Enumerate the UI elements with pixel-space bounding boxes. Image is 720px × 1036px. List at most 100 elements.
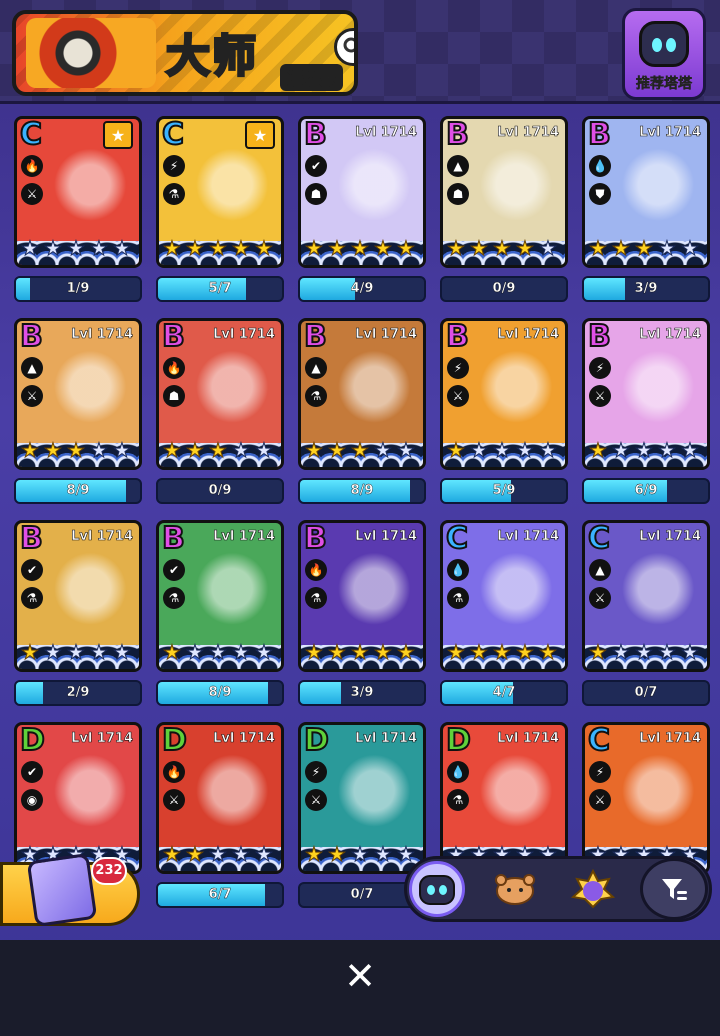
rank-letter: B [19,319,44,354]
shield-type-icon: ⛊ [589,183,611,205]
star-filled-icon: ★ [447,438,466,462]
star-rating: ★★★★★ [587,439,701,465]
pet-portrait: B Lvl 1714 🔥 ☗ ★ ★ ★ ★ ★ [156,318,284,470]
eye-type-icon: ◉ [21,789,43,811]
rank-letter: C [587,723,611,758]
progress-bar: 3/9 [582,276,710,302]
gift-button[interactable]: 232 [0,853,140,927]
progress-bar: 5/7 [156,276,284,302]
favorite-star-icon[interactable]: ★ [103,121,133,149]
pet-card[interactable]: C Lvl 1714 ▲ ⚔ ★ ★ ★ ★ ★ 0/7 [582,520,710,708]
potion-type-icon: ⚗ [163,587,185,609]
progress-text: 6/7 [208,887,232,902]
level-label: Lvl 1714 [71,529,134,545]
star-empty-icon: ★ [90,640,109,664]
electric-type-icon: ⚡ [305,761,327,783]
progress-text: 8/9 [350,483,374,498]
level-label: Lvl 1714 [213,529,276,545]
title-badge[interactable]: 大师 训练家 [12,10,358,96]
star-rating: ★★★★★ [445,439,559,465]
star-empty-icon: ★ [255,438,274,462]
electric-type-icon: ⚡ [589,357,611,379]
star-filled-icon: ★ [374,236,393,260]
dock-tab-bear[interactable] [487,861,543,917]
star-empty-icon: ★ [113,640,132,664]
star-filled-icon: ★ [67,438,86,462]
dock-tab-robot-cat[interactable] [409,861,465,917]
star-empty-icon: ★ [539,236,558,260]
star-rating: ★★★★★ [587,237,701,263]
pet-card[interactable]: C ★ ⚡ ⚗ ★ ★ ★ ★ ★ 5/7 [156,116,284,304]
fire-type-icon: 🔥 [305,559,327,581]
rock-type-icon: ▲ [21,357,43,379]
star-rating: ★★★★★ [161,237,275,263]
star-rating: ★★★★★ [445,641,559,667]
progress-text: 0/9 [208,483,232,498]
progress-bar: 8/9 [14,478,142,504]
pet-card[interactable]: B Lvl 1714 ⚡ ⚔ ★ ★ ★ ★ ★ 6/9 [582,318,710,506]
star-filled-icon: ★ [209,236,228,260]
electric-type-icon: ⚡ [589,761,611,783]
level-label: Lvl 1714 [355,529,418,545]
filter-button[interactable] [640,858,708,920]
mystery-box-icon [26,853,98,927]
level-label: Lvl 1714 [639,731,702,747]
pet-card[interactable]: B Lvl 1714 ✔ ☗ ★ ★ ★ ★ ★ 4/9 [298,116,426,304]
top-bar: 大师 训练家 推荐塔塔 [0,0,720,104]
rank-letter: C [161,117,185,152]
dock-tab-purple-cat[interactable] [565,861,621,917]
battle-type-icon: ⚔ [21,183,43,205]
pet-portrait: B Lvl 1714 ▲ ☗ ★ ★ ★ ★ ★ [440,116,568,268]
pet-portrait: C ★ ⚡ ⚗ ★ ★ ★ ★ ★ [156,116,284,268]
pet-card[interactable]: B Lvl 1714 💧 ⛊ ★ ★ ★ ★ ★ 3/9 [582,116,710,304]
level-label: Lvl 1714 [497,125,560,141]
star-filled-icon: ★ [447,236,466,260]
star-filled-icon: ★ [589,438,608,462]
progress-text: 8/9 [66,483,90,498]
fire-type-icon: 🔥 [163,357,185,379]
star-empty-icon: ★ [658,236,677,260]
star-empty-icon: ★ [681,640,700,664]
pet-card[interactable]: C Lvl 1714 💧 ⚗ ★ ★ ★ ★ ★ 4/7 [440,520,568,708]
pet-card[interactable]: D Lvl 1714 🔥 ⚔ ★ ★ ★ ★ ★ 6/7 [156,722,284,910]
level-label: Lvl 1714 [71,731,134,747]
close-button[interactable]: ✕ [338,954,382,998]
star-rating: ★★★★★ [19,641,133,667]
battle-type-icon: ⚔ [305,789,327,811]
potion-type-icon: ⚗ [305,587,327,609]
fire-type-icon: 🔥 [163,761,185,783]
fire-type-icon: 🔥 [21,155,43,177]
star-empty-icon: ★ [374,842,393,866]
pet-card[interactable]: B Lvl 1714 ✔ ⚗ ★ ★ ★ ★ ★ 2/9 [14,520,142,708]
favorite-star-icon[interactable]: ★ [245,121,275,149]
star-filled-icon: ★ [21,640,40,664]
star-empty-icon: ★ [493,438,512,462]
star-empty-icon: ★ [516,438,535,462]
star-filled-icon: ★ [163,438,182,462]
ghost-type-icon: ☗ [447,183,469,205]
star-filled-icon: ★ [328,236,347,260]
pet-card[interactable]: C ★ 🔥 ⚔ ★ ★ ★ ★ ★ 1/9 [14,116,142,304]
progress-bar: 0/9 [156,478,284,504]
progress-bar: 4/7 [440,680,568,706]
star-filled-icon: ★ [374,640,393,664]
star-filled-icon: ★ [493,640,512,664]
pet-portrait: C ★ 🔥 ⚔ ★ ★ ★ ★ ★ [14,116,142,268]
star-empty-icon: ★ [232,438,251,462]
pet-card[interactable]: B Lvl 1714 ▲ ⚔ ★ ★ ★ ★ ★ 8/9 [14,318,142,506]
pet-card[interactable]: B Lvl 1714 ▲ ⚗ ★ ★ ★ ★ ★ 8/9 [298,318,426,506]
star-filled-icon: ★ [447,640,466,664]
star-filled-icon: ★ [612,236,631,260]
leaf-type-icon: ✔ [163,559,185,581]
pet-portrait: B Lvl 1714 ✔ ⚗ ★ ★ ★ ★ ★ [156,520,284,672]
robot-cat-icon [639,21,689,67]
pet-card[interactable]: B Lvl 1714 ✔ ⚗ ★ ★ ★ ★ ★ 8/9 [156,520,284,708]
pet-card[interactable]: B Lvl 1714 ⚡ ⚔ ★ ★ ★ ★ ★ 5/9 [440,318,568,506]
star-rating: ★★★★★ [303,439,417,465]
pet-card[interactable]: B Lvl 1714 🔥 ☗ ★ ★ ★ ★ ★ 0/9 [156,318,284,506]
progress-bar: 3/9 [298,680,426,706]
recommend-button[interactable]: 推荐塔塔 [622,8,706,100]
pet-card[interactable]: B Lvl 1714 ▲ ☗ ★ ★ ★ ★ ★ 0/9 [440,116,568,304]
pet-portrait: D Lvl 1714 ⚡ ⚔ ★ ★ ★ ★ ★ [298,722,426,874]
pet-card[interactable]: B Lvl 1714 🔥 ⚗ ★ ★ ★ ★ ★ 3/9 [298,520,426,708]
